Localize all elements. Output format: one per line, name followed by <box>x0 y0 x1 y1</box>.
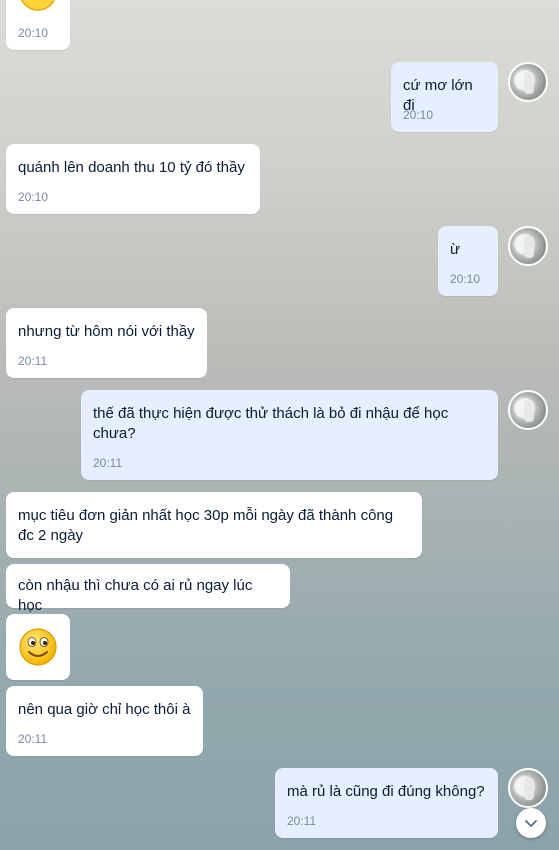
message-time: 20:11 <box>287 814 317 828</box>
message-text: mục tiêu đơn giản nhất học 30p mỗi ngày … <box>18 507 394 544</box>
message-time: 20:11 <box>18 732 48 746</box>
message-time: 20:10 <box>18 26 49 40</box>
message-text: thế đã thực hiện được thử thách là bỏ đi… <box>93 405 449 442</box>
message-time: 20:11 <box>93 456 123 470</box>
avatar[interactable] <box>508 390 548 430</box>
message-bubble-incoming[interactable]: quánh lên doanh thu 10 tỷ đó thầy 20:10 <box>6 144 260 214</box>
message-bubble-incoming[interactable] <box>6 614 70 680</box>
message-bubble-outgoing[interactable]: thế đã thực hiện được thử thách là bỏ đi… <box>81 390 498 480</box>
avatar[interactable] <box>508 768 548 808</box>
avatar[interactable] <box>508 62 548 102</box>
message-time: 20:10 <box>18 190 49 204</box>
message-bubble-incoming[interactable]: nên qua giờ chỉ học thôi à 20:11 <box>6 686 203 756</box>
scroll-to-bottom-button[interactable] <box>516 808 546 838</box>
message-text: nhưng từ hôm nói với thầy <box>18 323 195 340</box>
chevron-down-icon <box>525 820 537 827</box>
message-bubble-outgoing[interactable]: mà rủ là cũng đi đúng không? 20:11 <box>275 768 498 838</box>
message-bubble-incoming[interactable]: còn nhậu thì chưa có ai rủ ngay lúc học <box>6 564 290 614</box>
message-text: còn nhậu thì chưa có ai rủ ngay lúc học <box>18 577 253 614</box>
message-text: mà rủ là cũng đi đúng không? <box>287 783 485 800</box>
message-bubble-incoming[interactable]: nhưng từ hôm nói với thầy 20:11 <box>6 308 207 378</box>
message-bubble-incoming[interactable]: 20:10 <box>6 0 70 50</box>
message-bubble-outgoing[interactable]: cứ mơ lớn đi 20:10 <box>391 62 498 132</box>
message-time: 20:10 <box>450 272 481 286</box>
message-time: 20:11 <box>18 354 48 368</box>
message-text: ừ <box>450 241 461 258</box>
message-text: quánh lên doanh thu 10 tỷ đó thầy <box>18 159 245 176</box>
message-bubble-outgoing[interactable]: ừ 20:10 <box>438 226 498 296</box>
message-bubble-incoming[interactable]: mục tiêu đơn giản nhất học 30p mỗi ngày … <box>6 492 422 558</box>
smiley-emoji-icon <box>21 0 55 11</box>
message-time: 20:10 <box>403 108 434 122</box>
avatar[interactable] <box>508 226 548 266</box>
message-text: nên qua giờ chỉ học thôi à <box>18 701 191 718</box>
smiley-emoji-icon <box>19 628 57 666</box>
